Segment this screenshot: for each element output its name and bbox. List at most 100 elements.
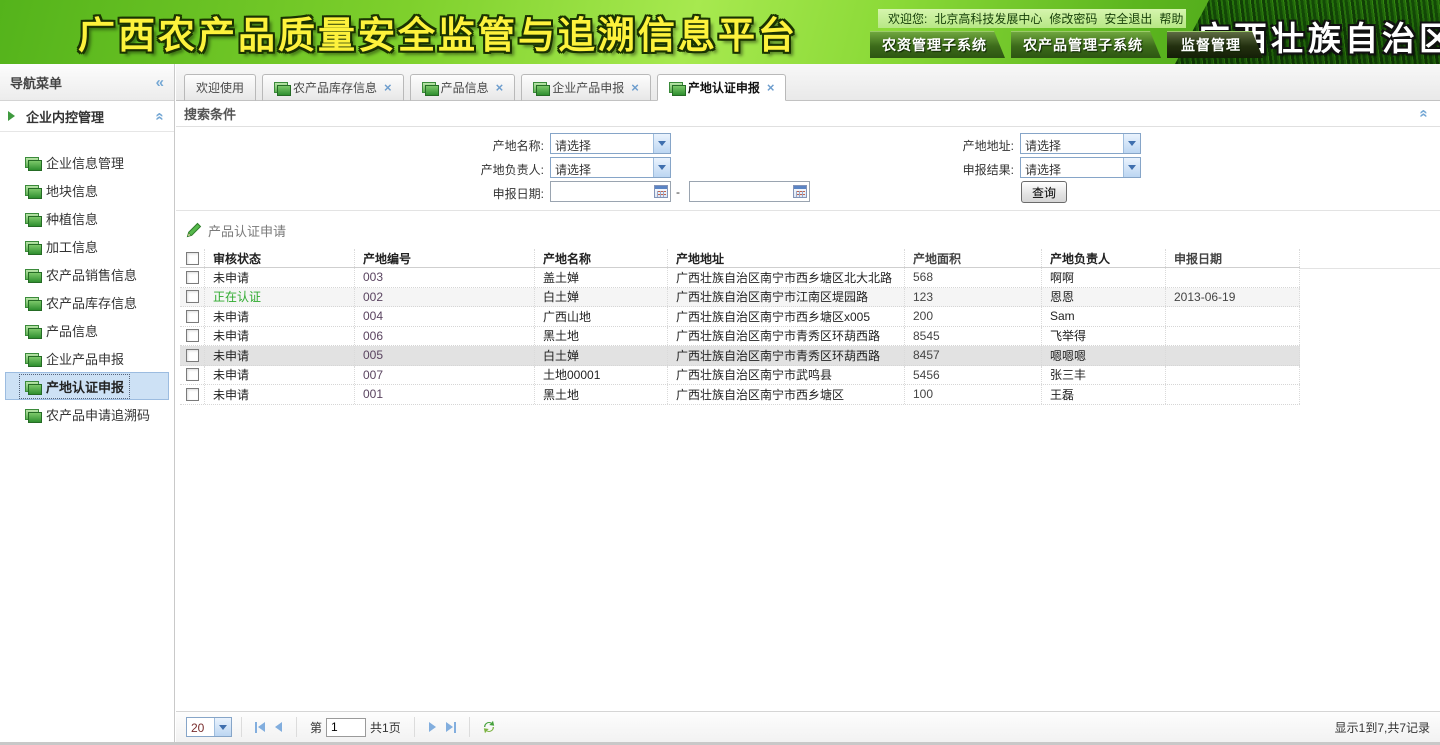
chevron-down-icon[interactable] — [1123, 134, 1140, 153]
row-checkbox[interactable] — [186, 310, 199, 323]
close-icon[interactable]: × — [767, 80, 775, 95]
sidebar-item-label: 农产品销售信息 — [46, 265, 137, 284]
change-password-link[interactable]: 修改密码 — [1049, 10, 1097, 27]
table-row[interactable]: 未申请 005 白土婵 广西壮族自治区南宁市青秀区环葫西路 8457 嗯嗯嗯 — [180, 346, 1300, 366]
folder-icon — [25, 297, 39, 308]
cell-manager: 啊啊 — [1042, 268, 1166, 287]
chevron-down-icon[interactable] — [653, 158, 670, 177]
table-row[interactable]: 正在认证 002 白土婵 广西壮族自治区南宁市江南区堤园路 123 恩恩 201… — [180, 288, 1300, 308]
tab-inventory-info[interactable]: 农产品库存信息 × — [262, 74, 404, 101]
declare-date-end-input[interactable] — [689, 181, 810, 202]
calendar-icon[interactable] — [793, 185, 807, 198]
cell-status: 未申请 — [205, 346, 355, 365]
cell-code: 005 — [363, 348, 383, 362]
sidebar: 导航菜单 « 企业内控管理 « 企业信息管理 地块信息 种植信息 加工信息 农产… — [0, 64, 175, 742]
tab-label: 产品信息 — [441, 79, 489, 96]
sidebar-item-origin-certification[interactable]: 产地认证申报 — [5, 372, 169, 400]
origin-manager-label: 产地负责人: — [176, 161, 544, 178]
cell-manager: 张三丰 — [1042, 366, 1166, 385]
divider — [469, 717, 470, 737]
sidebar-item-product-declaration[interactable]: 企业产品申报 — [0, 344, 174, 372]
table-toolbar: 产品认证申请 — [176, 211, 1440, 249]
cell-name: 广西山地 — [535, 307, 668, 326]
sidebar-item-product-info[interactable]: 产品信息 — [0, 316, 174, 344]
next-page-button[interactable] — [424, 718, 442, 736]
sidebar-item-enterprise-info[interactable]: 企业信息管理 — [0, 148, 174, 176]
row-checkbox[interactable] — [186, 349, 199, 362]
group-collapse-icon[interactable]: « — [152, 112, 167, 120]
row-checkbox[interactable] — [186, 271, 199, 284]
cell-manager: 王磊 — [1042, 385, 1166, 404]
table-row[interactable]: 未申请 006 黑土地 广西壮族自治区南宁市青秀区环葫西路 8545 飞举得 — [180, 327, 1300, 347]
cell-name: 黑土地 — [535, 385, 668, 404]
table-row[interactable]: 未申请 003 盖土婵 广西壮族自治区南宁市西乡塘区北大北路 568 啊啊 — [180, 268, 1300, 288]
folder-icon — [25, 269, 39, 280]
search-collapse-icon[interactable]: « — [1416, 109, 1431, 117]
declare-date-start-input[interactable] — [550, 181, 671, 202]
first-page-button[interactable] — [251, 718, 269, 736]
certification-apply-action[interactable]: 产品认证申请 — [208, 221, 286, 240]
select-all-checkbox[interactable] — [186, 252, 199, 265]
table-row[interactable]: 未申请 001 黑土地 广西壮族自治区南宁市西乡塘区 100 王磊 — [180, 385, 1300, 405]
chevron-down-icon[interactable] — [653, 134, 670, 153]
select-value: 请选择 — [1021, 158, 1123, 177]
close-icon[interactable]: × — [496, 80, 504, 95]
tab-label: 农产品库存信息 — [293, 79, 377, 96]
sidebar-item-processing-info[interactable]: 加工信息 — [0, 232, 174, 260]
close-icon[interactable]: × — [384, 80, 392, 95]
tab-product-info[interactable]: 产品信息 × — [410, 74, 516, 101]
folder-icon — [25, 213, 39, 224]
origin-name-select[interactable]: 请选择 — [550, 133, 671, 154]
page-size-select[interactable]: 20 — [186, 717, 232, 737]
logout-link[interactable]: 安全退出 — [1104, 10, 1152, 27]
chevron-down-icon[interactable] — [214, 718, 231, 736]
table-row[interactable]: 未申请 007 土地00001 广西壮族自治区南宁市武鸣县 5456 张三丰 — [180, 366, 1300, 386]
subsystem-supervision-button[interactable]: 监督管理 — [1167, 31, 1263, 58]
tab-origin-certification[interactable]: 产地认证申报 × — [657, 74, 787, 101]
subsystem-agri-products-button[interactable]: 农产品管理子系统 — [1011, 31, 1161, 58]
last-page-button[interactable] — [442, 718, 460, 736]
calendar-icon[interactable] — [654, 185, 668, 198]
sidebar-item-plot-info[interactable]: 地块信息 — [0, 176, 174, 204]
cell-area: 5456 — [905, 366, 1042, 385]
sidebar-item-traceability-code[interactable]: 农产品申请追溯码 — [0, 400, 174, 428]
row-checkbox[interactable] — [186, 329, 199, 342]
sidebar-group-internal-control[interactable]: 企业内控管理 « — [0, 101, 174, 132]
cell-address: 广西壮族自治区南宁市江南区堤园路 — [668, 288, 905, 307]
declare-result-select[interactable]: 请选择 — [1020, 157, 1141, 178]
query-button[interactable]: 查询 — [1021, 181, 1067, 203]
row-checkbox[interactable] — [186, 388, 199, 401]
prev-page-button[interactable] — [269, 718, 287, 736]
folder-icon — [25, 325, 39, 336]
help-link[interactable]: 帮助 — [1159, 10, 1183, 27]
sidebar-collapse-icon[interactable]: « — [156, 75, 164, 90]
cell-status: 未申请 — [205, 268, 355, 287]
pencil-icon — [186, 222, 202, 238]
select-value: 请选择 — [551, 134, 653, 153]
welcome-user: 北京高科技发展中心 — [934, 10, 1042, 27]
date-range-separator: - — [676, 185, 680, 199]
row-checkbox[interactable] — [186, 368, 199, 381]
certification-table: 审核状态 产地编号 产地名称 产地地址 产地面积 产地负责人 申报日期 未申请 … — [180, 249, 1300, 405]
chevron-down-icon[interactable] — [1123, 158, 1140, 177]
folder-icon — [25, 381, 39, 392]
sidebar-item-inventory-info[interactable]: 农产品库存信息 — [0, 288, 174, 316]
sidebar-item-sales-info[interactable]: 农产品销售信息 — [0, 260, 174, 288]
subsystem-agri-materials-button[interactable]: 农资管理子系统 — [870, 31, 1005, 58]
cell-status: 未申请 — [205, 327, 355, 346]
sidebar-item-planting-info[interactable]: 种植信息 — [0, 204, 174, 232]
table-row[interactable]: 未申请 004 广西山地 广西壮族自治区南宁市西乡塘区x005 200 Sam — [180, 307, 1300, 327]
cell-code: 002 — [363, 290, 383, 304]
tab-label: 企业产品申报 — [552, 79, 624, 96]
origin-manager-select[interactable]: 请选择 — [550, 157, 671, 178]
divider — [296, 717, 297, 737]
tab-welcome[interactable]: 欢迎使用 — [184, 74, 256, 101]
tab-product-declaration[interactable]: 企业产品申报 × — [521, 74, 651, 101]
origin-address-select[interactable]: 请选择 — [1020, 133, 1141, 154]
page-number-input[interactable] — [326, 718, 366, 737]
close-icon[interactable]: × — [631, 80, 639, 95]
row-checkbox[interactable] — [186, 290, 199, 303]
refresh-icon[interactable] — [481, 719, 497, 735]
cell-code: 004 — [363, 309, 383, 323]
app-title: 广西农产品质量安全监管与追溯信息平台 — [78, 5, 798, 59]
